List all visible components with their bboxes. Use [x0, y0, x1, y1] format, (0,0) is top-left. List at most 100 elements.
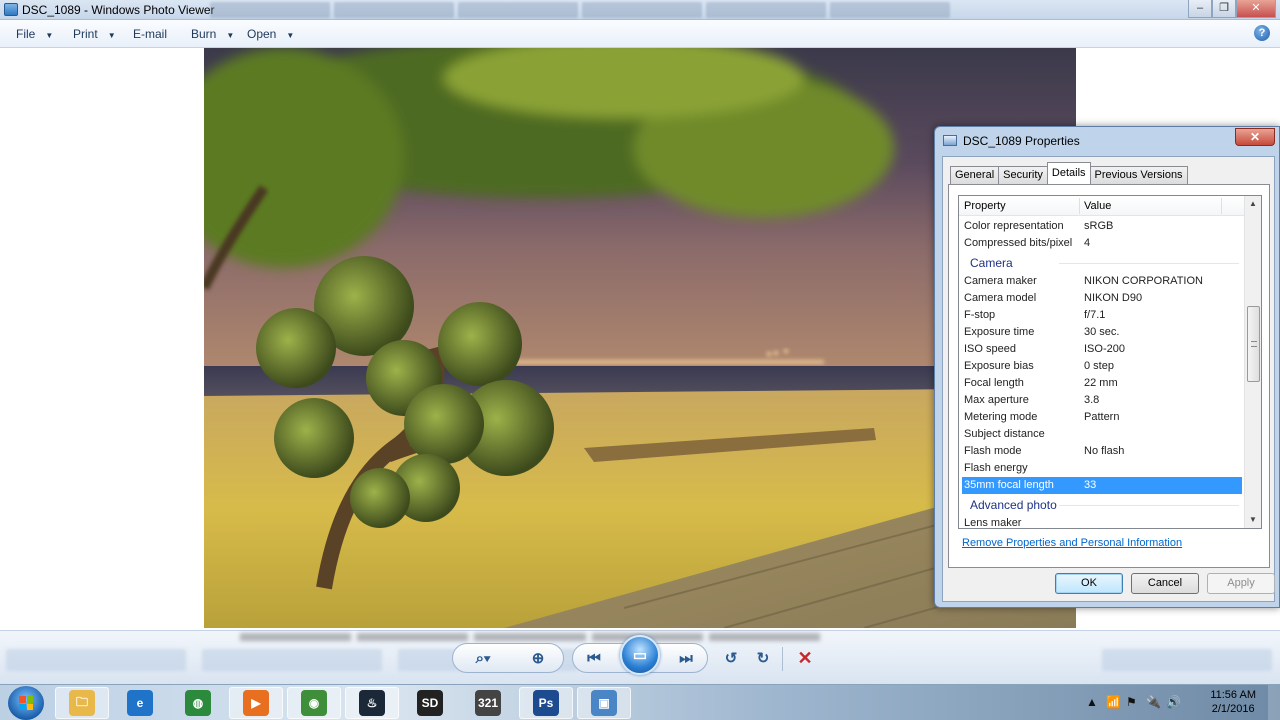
action-center-icon[interactable]: ⚑ [1126, 695, 1137, 709]
ok-button[interactable]: OK [1055, 573, 1123, 594]
menu-print[interactable]: Print ▼ [73, 27, 116, 41]
tab-previous-versions[interactable]: Previous Versions [1089, 166, 1188, 184]
menu-file[interactable]: File ▼ [16, 27, 53, 41]
property-row[interactable]: Flash energy [959, 460, 1246, 477]
property-row[interactable]: Subject distance [959, 426, 1246, 443]
property-row[interactable]: Camera maker NIKON CORPORATION [959, 273, 1246, 290]
scroll-up-arrow-icon[interactable]: ▲ [1245, 196, 1261, 212]
taskbar-button[interactable]: e [113, 687, 167, 719]
taskbar-button[interactable]: 321 [461, 687, 515, 719]
rotate-ccw-icon: ↺ [724, 650, 738, 667]
tab-security[interactable]: Security [998, 166, 1048, 184]
property-row[interactable]: F-stop f/7.1 [959, 307, 1246, 324]
volume-icon[interactable]: 🔊 [1166, 695, 1181, 709]
property-row[interactable]: Camera model NIKON D90 [959, 290, 1246, 307]
photo-viewer-app-icon [4, 3, 18, 16]
property-row[interactable]: Flash mode No flash [959, 443, 1246, 460]
property-value: sRGB [1084, 220, 1114, 232]
show-desktop-button[interactable] [1268, 685, 1280, 720]
property-name: Exposure bias [964, 360, 1034, 372]
property-row-selected[interactable]: 35mm focal length 33 [962, 477, 1242, 494]
taskbar-button[interactable]: ◍ [171, 687, 225, 719]
tab-details[interactable]: Details [1046, 162, 1091, 184]
property-row[interactable]: ISO speed ISO-200 [959, 341, 1246, 358]
show-hidden-icons-icon[interactable]: ▲ [1086, 695, 1098, 709]
group-label: Advanced photo [970, 498, 1057, 512]
cancel-button[interactable]: Cancel [1131, 573, 1199, 594]
menu-open[interactable]: Open ▼ [247, 27, 294, 41]
window-controls: – ❐ ✕ [1188, 0, 1276, 18]
chrome-icon: ◉ [301, 690, 327, 716]
power-icon[interactable]: 🔌 [1146, 695, 1161, 709]
taskbar-button[interactable]: 🗀 [55, 687, 109, 719]
tab-general[interactable]: General [950, 166, 1000, 184]
network-icon[interactable]: 📶 [1106, 695, 1121, 709]
property-row[interactable]: Exposure time 30 sec. [959, 324, 1246, 341]
property-name: Max aperture [964, 394, 1029, 406]
windows-logo-icon [19, 696, 33, 710]
menu-burn[interactable]: Burn ▼ [191, 27, 234, 41]
property-value: NIKON CORPORATION [1084, 275, 1203, 287]
scroll-thumb[interactable] [1247, 306, 1260, 383]
window-title: DSC_1089 - Windows Photo Viewer [22, 3, 215, 17]
property-name: Flash energy [964, 462, 1028, 474]
property-row[interactable]: Compressed bits/pixel 4 [959, 235, 1246, 252]
next-button[interactable]: ⏭ [671, 644, 701, 672]
clock-time: 11:56 AM [1210, 689, 1256, 701]
properties-list[interactable]: Property Value Color representation sRGB C… [958, 195, 1262, 529]
close-button[interactable]: ✕ [1236, 0, 1276, 18]
taskbar-button[interactable]: ♨ [345, 687, 399, 719]
property-name: Metering mode [964, 411, 1038, 423]
property-row[interactable]: Lens maker [959, 515, 1246, 529]
scroll-down-arrow-icon[interactable]: ▼ [1245, 512, 1261, 528]
property-name: ISO speed [964, 343, 1016, 355]
clock-date: 2/1/2016 [1211, 703, 1255, 715]
property-name: Subject distance [964, 428, 1045, 440]
minimize-button[interactable]: – [1188, 0, 1212, 18]
apply-button[interactable]: Apply [1207, 573, 1275, 594]
system-tray: ▲ 📶 ⚑ 🔌 🔊 11:56 AM 2/1/2016 [1080, 685, 1280, 720]
remove-properties-link[interactable]: Remove Properties and Personal Informati… [962, 537, 1182, 549]
column-header-property[interactable]: Property [964, 200, 1006, 212]
taskbar-button[interactable]: ◉ [287, 687, 341, 719]
dialog-title: DSC_1089 Properties [963, 134, 1080, 148]
slideshow-button[interactable]: ▭ [620, 635, 660, 675]
list-header: Property Value [959, 196, 1246, 216]
property-row[interactable]: Color representation sRGB [959, 218, 1246, 235]
property-value: 3.8 [1084, 394, 1100, 406]
property-group-header: Camera [959, 252, 1246, 273]
taskbar-button[interactable]: Ps [519, 687, 573, 719]
actual-size-button[interactable]: ⊕ [513, 644, 563, 672]
property-name: Lens maker [964, 517, 1022, 529]
dialog-body: General Security Details Previous Versio… [942, 156, 1275, 602]
property-name: F-stop [964, 309, 996, 321]
taskbar-button[interactable]: ▶ [229, 687, 283, 719]
column-divider [1079, 198, 1080, 214]
taskbar-button[interactable]: SD [403, 687, 457, 719]
zoom-button[interactable]: ⌕▾ [453, 644, 513, 672]
dialog-close-button[interactable]: ✕ [1235, 128, 1275, 146]
rotate-cw-button[interactable]: ↻ [748, 644, 778, 672]
column-header-value[interactable]: Value [1084, 200, 1111, 212]
property-row[interactable]: Exposure bias 0 step [959, 358, 1246, 375]
menu-email[interactable]: E-mail [133, 27, 167, 41]
media-player-icon: ▶ [243, 690, 269, 716]
taskbar: 🗀 e ◍ ▶ ◉ ♨ SD 321 Ps ▣ ▲ 📶 ⚑ 🔌 🔊 11:56 AM 2/1/20… [0, 684, 1280, 720]
property-row[interactable]: Focal length 22 mm [959, 375, 1246, 392]
fit-window-icon: ⊕ [531, 650, 545, 667]
clock[interactable]: 11:56 AM 2/1/2016 [1210, 688, 1256, 716]
property-value: 4 [1084, 237, 1091, 249]
help-icon[interactable]: ? [1254, 25, 1270, 41]
list-scrollbar[interactable]: ▲ ▼ [1244, 196, 1261, 528]
previous-button[interactable]: ⏮ [579, 644, 609, 672]
taskbar-button[interactable]: ▣ [577, 687, 631, 719]
property-row[interactable]: Max aperture 3.8 [959, 392, 1246, 409]
property-value: 30 sec. [1084, 326, 1120, 338]
restore-button[interactable]: ❐ [1212, 0, 1236, 18]
rotate-ccw-button[interactable]: ↺ [716, 644, 746, 672]
group-label: Camera [970, 256, 1013, 270]
start-button[interactable] [8, 686, 44, 720]
delete-button[interactable]: ✕ [790, 644, 820, 672]
explorer-icon: 🗀 [69, 690, 95, 716]
property-row[interactable]: Metering mode Pattern [959, 409, 1246, 426]
